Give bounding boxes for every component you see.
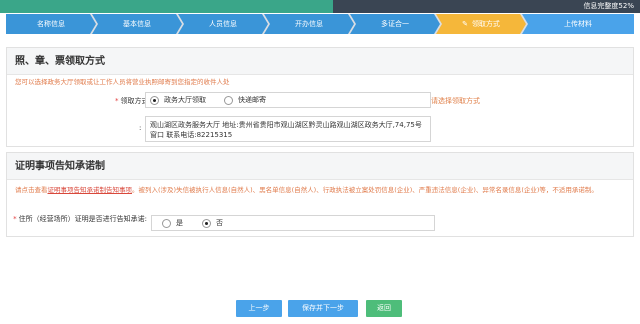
previous-step-button[interactable]: 上一步 (236, 300, 282, 317)
step-label: 领取方式 (471, 20, 500, 28)
step-label: 名称信息 (37, 20, 65, 28)
radio-hall-pickup[interactable] (150, 96, 159, 105)
radio-express-label[interactable]: 快递邮寄 (238, 96, 266, 105)
step-label: 开办信息 (295, 20, 323, 28)
pledge-radio-group: 是 否 (151, 215, 435, 231)
step-opening-info[interactable]: 开办信息 (264, 14, 354, 34)
required-marker: * (13, 215, 17, 223)
pledge-panel: 证明事项告知承诺制 请点击查看证明事项告知承诺制告知事项。被列入(涉及)失信被执… (6, 152, 634, 237)
completeness-progress-fill (0, 0, 333, 13)
pickup-note: 您可以选择政务大厅领取或让工作人员将营业执照邮寄到您指定的收件人处 (15, 78, 230, 86)
pledge-notice-body: 。被列入(涉及)失信被执行人信息(自然人)、黑名单信息(自然人)、行政执法被立案… (132, 186, 598, 194)
step-basic-info[interactable]: 基本信息 (92, 14, 182, 34)
step-label: 多证合一 (381, 20, 409, 28)
pencil-icon: ✎ (462, 20, 468, 28)
address-label: : (139, 124, 142, 132)
pledge-notice-link[interactable]: 证明事项告知承诺制告知事项 (48, 186, 133, 194)
save-next-button[interactable]: 保存并下一步 (288, 300, 358, 317)
pledge-title: 证明事项告知承诺制 (7, 153, 633, 180)
pledge-question-text: 住所（经营场所）证明是否进行告知承诺: (18, 215, 147, 223)
pledge-notice: 请点击查看证明事项告知承诺制告知事项。被列入(涉及)失信被执行人信息(自然人)、… (7, 180, 633, 196)
step-navigation: 名称信息 基本信息 人员信息 开办信息 多证合一 ✎ 领取方式 上传材料 (6, 14, 634, 34)
radio-express[interactable] (224, 96, 233, 105)
step-label: 上传材料 (564, 20, 592, 28)
back-button[interactable]: 返回 (366, 300, 402, 317)
radio-pledge-no-label[interactable]: 否 (216, 219, 223, 228)
pledge-question: * 住所（经营场所）证明是否进行告知承诺: (11, 214, 147, 224)
required-marker: * (115, 97, 119, 105)
step-upload-materials[interactable]: 上传材料 (522, 14, 634, 34)
step-label: 人员信息 (209, 20, 237, 28)
step-pickup-method[interactable]: ✎ 领取方式 (436, 14, 526, 34)
pickup-method-label: * 领取方式 (115, 96, 149, 106)
radio-hall-pickup-label[interactable]: 政务大厅领取 (164, 96, 206, 105)
radio-pledge-no[interactable] (202, 219, 211, 228)
step-name-info[interactable]: 名称信息 (6, 14, 96, 34)
pickup-method-title: 照、章、票领取方式 (7, 48, 633, 75)
step-multi-cert[interactable]: 多证合一 (350, 14, 440, 34)
completeness-progress-bar: 信息完整度52% (0, 0, 640, 13)
pledge-notice-prefix: 请点击查看 (15, 186, 48, 194)
radio-pledge-yes-label[interactable]: 是 (176, 219, 183, 228)
address-display: 观山湖区政务服务大厅 地址:贵州省贵阳市观山湖区黔灵山路观山湖区政务大厅,74,… (145, 116, 431, 142)
completeness-label: 信息完整度52% (583, 2, 634, 10)
step-personnel-info[interactable]: 人员信息 (178, 14, 268, 34)
pickup-method-radio-group: 政务大厅领取 快递邮寄 (145, 92, 431, 108)
step-label: 基本信息 (123, 20, 151, 28)
radio-pledge-yes[interactable] (162, 219, 171, 228)
pickup-method-hint: 请选择领取方式 (431, 97, 480, 105)
pickup-method-panel: 照、章、票领取方式 您可以选择政务大厅领取或让工作人员将营业执照邮寄到您指定的收… (6, 47, 634, 147)
